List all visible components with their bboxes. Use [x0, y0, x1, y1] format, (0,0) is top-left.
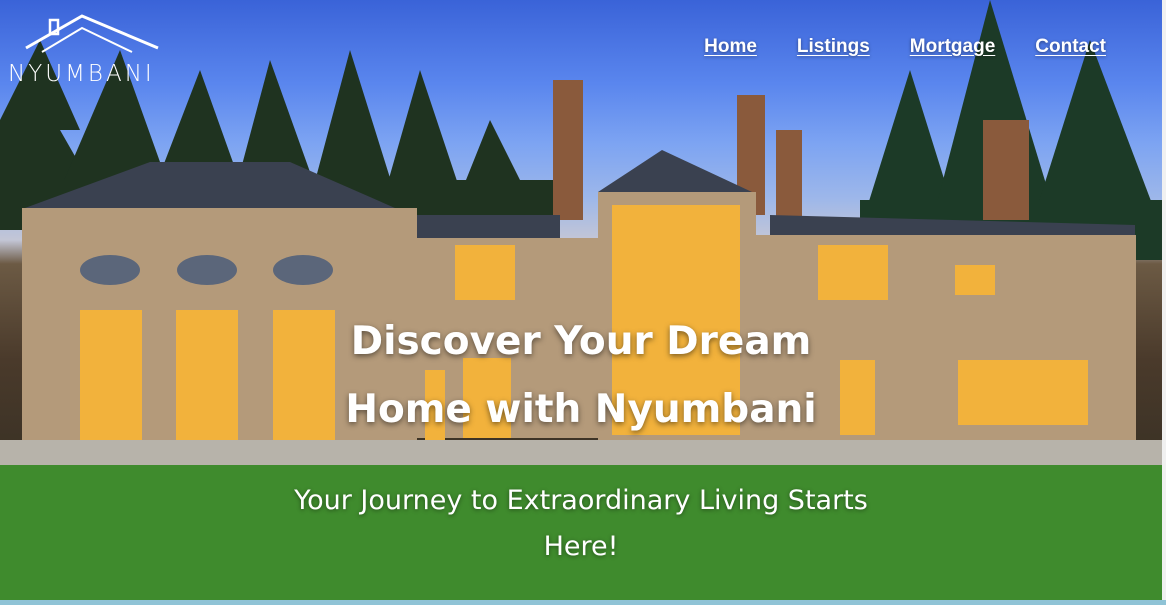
page-scrollbar[interactable]	[1162, 0, 1166, 605]
hero-section: NYUMBANI Home Listings Mortgage Contact …	[0, 0, 1162, 600]
brand-logo[interactable]: NYUMBANI	[8, 12, 188, 90]
nav-link-mortgage[interactable]: Mortgage	[910, 36, 996, 58]
hero-subheadline: Your Journey to Extraordinary Living Sta…	[294, 485, 868, 562]
next-section-edge	[0, 600, 1166, 605]
brand-name: NYUMBANI	[8, 61, 155, 87]
nav-link-home[interactable]: Home	[704, 36, 757, 58]
hero-headline: Discover Your Dream Home with Nyumbani	[345, 319, 817, 432]
house-roof-icon	[25, 14, 159, 53]
nav-link-listings[interactable]: Listings	[797, 36, 870, 58]
main-nav: Home Listings Mortgage Contact	[704, 36, 1106, 58]
nav-link-contact[interactable]: Contact	[1035, 36, 1106, 58]
